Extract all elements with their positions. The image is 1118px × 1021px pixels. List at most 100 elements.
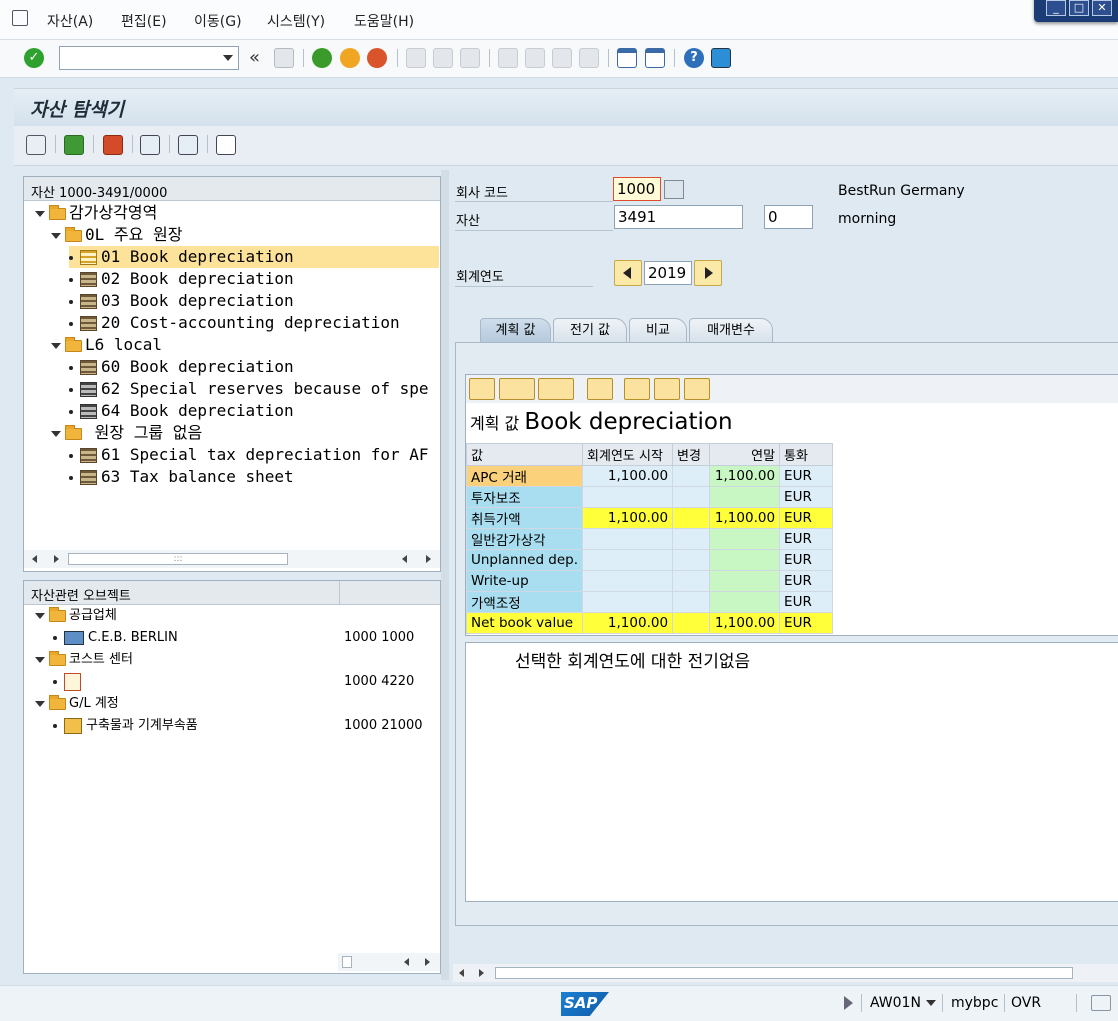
table-row[interactable]: 투자보조 EUR	[465, 486, 834, 508]
object-cost-center[interactable]: 1000 4220	[53, 671, 441, 693]
next-year-button[interactable]	[694, 260, 722, 286]
tree-node-20[interactable]: 20 Cost-accounting depreciation	[69, 312, 400, 334]
save-icon[interactable]	[274, 48, 294, 68]
tree-node-0l[interactable]: 0L 주요 원장	[51, 224, 182, 246]
display-asset-icon[interactable]	[64, 135, 84, 155]
tree-node-63[interactable]: 63 Tax balance sheet	[69, 466, 294, 488]
column-header[interactable]: 연말	[709, 443, 781, 466]
tab-planned-values[interactable]: 계획 값	[480, 318, 551, 342]
maximize-icon[interactable]: □	[1069, 0, 1089, 16]
expand-icon[interactable]	[35, 656, 45, 663]
tree-horizontal-scrollbar[interactable]: :::	[24, 550, 440, 568]
previous-page-icon[interactable]	[525, 48, 545, 68]
menu-help[interactable]: 도움말(H)	[354, 11, 414, 31]
scroll-thumb[interactable]	[342, 956, 352, 968]
table-row[interactable]: 가액조정 EUR	[465, 591, 834, 613]
menu-system[interactable]: 시스템(Y)	[267, 11, 325, 31]
tree-node-03[interactable]: 03 Book depreciation	[69, 290, 294, 312]
expand-icon[interactable]	[51, 232, 61, 239]
new-session-icon[interactable]	[617, 48, 637, 68]
chevron-down-icon[interactable]	[223, 55, 233, 61]
column-header[interactable]: 회계연도 시작	[582, 443, 674, 466]
chevron-down-icon[interactable]	[926, 1000, 936, 1006]
minimize-icon[interactable]: _	[1046, 0, 1066, 16]
menu-goto[interactable]: 이동(G)	[194, 11, 242, 31]
tree-node-61[interactable]: 61 Special tax depreciation for AF	[69, 444, 439, 466]
object-vendor[interactable]: C.E.B. BERLIN 1000 1000	[53, 627, 441, 649]
value-overview-icon[interactable]	[103, 135, 123, 155]
tab-posted-values[interactable]: 전기 값	[553, 318, 627, 342]
print-icon[interactable]	[469, 378, 495, 400]
previous-year-button[interactable]	[614, 260, 642, 286]
column-header[interactable]: 값	[465, 443, 584, 466]
tree-node-l6[interactable]: L6 local	[51, 334, 162, 356]
scroll-right-icon[interactable]	[54, 555, 59, 563]
menu-edit[interactable]: 편집(E)	[121, 11, 167, 31]
scroll-left-icon[interactable]	[404, 958, 409, 966]
scroll-left-icon[interactable]	[32, 555, 37, 563]
asset-number-field[interactable]: 3491	[614, 205, 743, 229]
structure-icon[interactable]	[140, 135, 160, 155]
table-row[interactable]: 취득가액 1,100.00 1,100.00 EUR	[465, 507, 834, 529]
scroll-thumb[interactable]: :::	[68, 553, 288, 565]
refresh-icon[interactable]	[26, 135, 46, 155]
cancel-icon[interactable]	[367, 48, 387, 68]
tab-comparison[interactable]: 비교	[629, 318, 687, 342]
scroll-right-icon[interactable]	[425, 958, 430, 966]
status-toggle-icon[interactable]	[844, 996, 853, 1010]
expand-icon[interactable]	[35, 700, 45, 707]
object-vendor-folder[interactable]: 공급업체	[35, 605, 117, 627]
table-row[interactable]: APC 거래 1,100.00 1,100.00 EUR	[465, 465, 834, 487]
clock-icon[interactable]	[684, 378, 710, 400]
table-row[interactable]: Write-up EUR	[465, 570, 834, 592]
shortcut-icon[interactable]	[645, 48, 665, 68]
list-icon[interactable]	[216, 135, 236, 155]
object-gl-folder[interactable]: G/L 계정	[35, 693, 119, 715]
object-cost-center-folder[interactable]: 코스트 센터	[35, 649, 133, 671]
fiscal-year-field[interactable]: 2019	[644, 261, 692, 285]
scroll-left-icon[interactable]	[459, 969, 464, 977]
scroll-right-icon[interactable]	[426, 555, 431, 563]
tab-parameters[interactable]: 매개변수	[689, 318, 773, 342]
right-horizontal-scrollbar[interactable]	[453, 964, 1118, 982]
tree-node-64[interactable]: 64 Book depreciation	[69, 400, 294, 422]
pane-splitter[interactable]	[441, 170, 449, 980]
print-icon[interactable]	[406, 48, 426, 68]
expand-icon[interactable]	[51, 430, 61, 437]
next-page-icon[interactable]	[552, 48, 572, 68]
scroll-thumb[interactable]	[495, 967, 1073, 979]
tree-node-no-ledger-group[interactable]: 원장 그룹 없음	[51, 422, 202, 444]
view-icon[interactable]	[499, 378, 535, 400]
expand-icon[interactable]	[35, 612, 45, 619]
column-header[interactable]: 변경	[672, 443, 711, 466]
scroll-right-icon[interactable]	[479, 969, 484, 977]
last-page-icon[interactable]	[579, 48, 599, 68]
company-code-field[interactable]: 1000	[613, 177, 661, 201]
command-field[interactable]	[59, 46, 239, 70]
layout-menu-icon[interactable]	[711, 48, 731, 68]
back-icon[interactable]	[312, 48, 332, 68]
first-page-icon[interactable]	[498, 48, 518, 68]
tree-node-01[interactable]: 01 Book depreciation	[69, 246, 439, 268]
find-next-icon[interactable]	[460, 48, 480, 68]
status-options-icon[interactable]	[1091, 995, 1111, 1011]
info-icon[interactable]	[587, 378, 613, 400]
object-gl-account[interactable]: 구축물과 기계부속품 1000 21000	[53, 715, 441, 737]
tree-node-62[interactable]: 62 Special reserves because of spe	[69, 378, 439, 400]
column-header[interactable]: 통화	[779, 443, 834, 466]
tree-node-depreciation-areas[interactable]: 감가상각영역	[35, 202, 157, 224]
find-icon[interactable]	[433, 48, 453, 68]
menu-asset[interactable]: 자산(A)	[47, 11, 93, 31]
calculation-icon[interactable]	[624, 378, 650, 400]
objects-horizontal-scrollbar[interactable]	[338, 953, 440, 971]
close-icon[interactable]: ✕	[1092, 0, 1112, 16]
scroll-left-icon[interactable]	[402, 555, 407, 563]
help-icon[interactable]: ?	[684, 48, 704, 68]
table-row[interactable]: 일반감가상각 EUR	[465, 528, 834, 550]
table-row[interactable]: Unplanned dep. EUR	[465, 549, 834, 571]
enter-icon[interactable]: ✓	[24, 48, 44, 68]
calculator-icon[interactable]	[654, 378, 680, 400]
expand-icon[interactable]	[35, 210, 45, 217]
asset-subnumber-field[interactable]: 0	[764, 205, 813, 229]
table-row[interactable]: Net book value 1,100.00 1,100.00 EUR	[465, 612, 834, 634]
